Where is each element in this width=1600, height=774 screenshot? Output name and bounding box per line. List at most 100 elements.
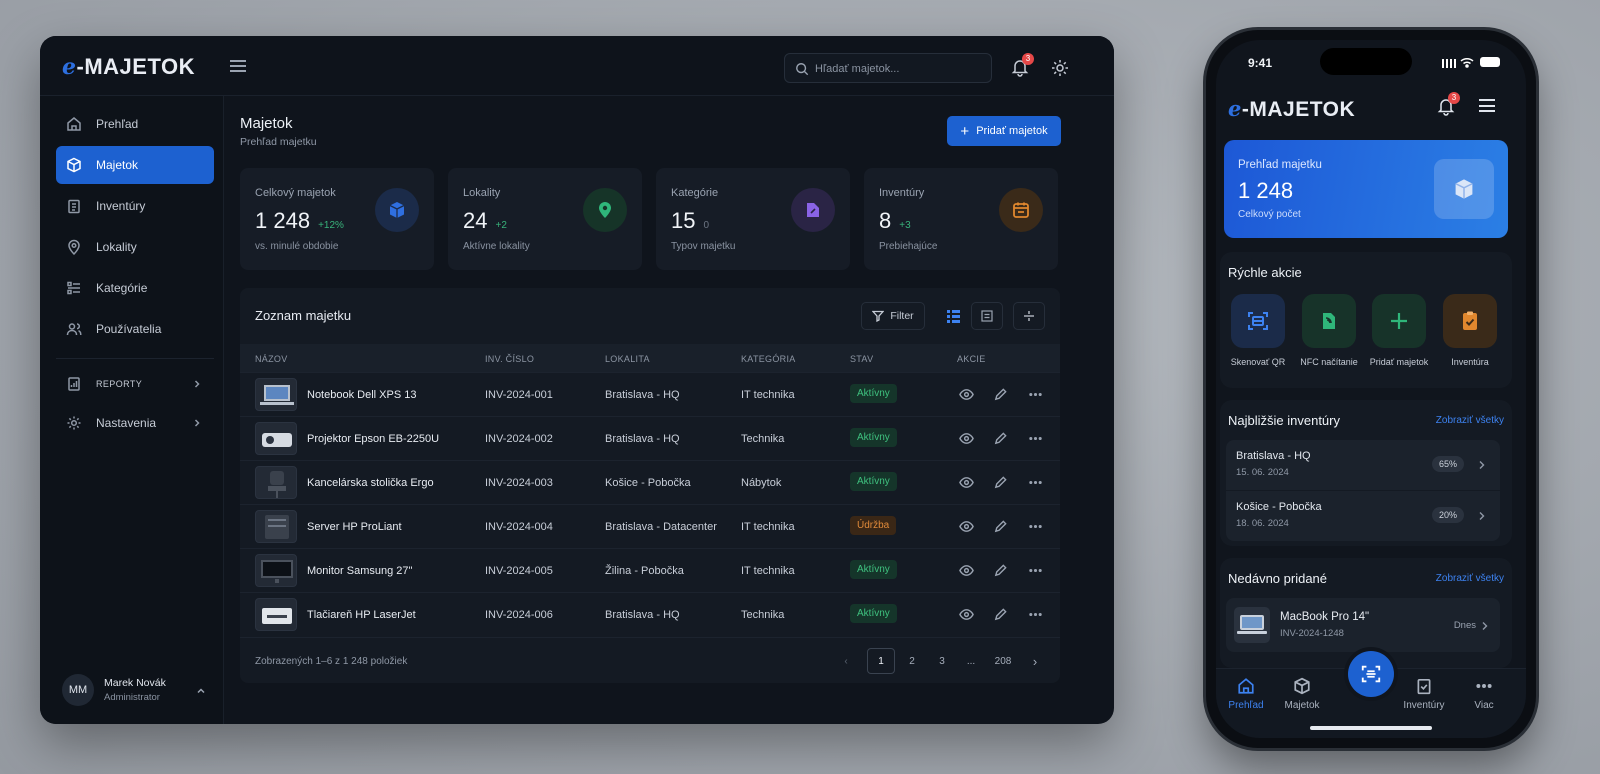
recent-show-all-link[interactable]: Zobraziť všetky [1436, 573, 1504, 584]
notifications-button[interactable]: 3 [1010, 53, 1034, 77]
sidebar-item-kategorie[interactable]: Kategórie [56, 269, 214, 307]
chevron-right-icon [1482, 622, 1488, 630]
nfc-button[interactable] [1302, 294, 1356, 348]
nfc-icon [1323, 313, 1335, 329]
edit-icon[interactable] [993, 563, 1008, 578]
add-asset-quick-button[interactable] [1372, 294, 1426, 348]
upcoming-show-all-link[interactable]: Zobraziť všetky [1436, 415, 1504, 426]
tab-viac[interactable]: Viac [1454, 677, 1514, 711]
table-row[interactable]: Monitor Samsung 27" INV-2024-005 Žilina - … [240, 548, 1060, 592]
col-location[interactable]: LOKALITA [605, 354, 650, 364]
col-inv[interactable]: INV. ČÍSLO [485, 354, 534, 364]
asset-category: Nábytok [741, 477, 782, 489]
eye-icon[interactable] [959, 519, 974, 534]
user-profile[interactable]: MM Marek Novák Administrator [56, 668, 214, 712]
table-row[interactable]: Notebook Dell XPS 13 INV-2024-001 Bratisla… [240, 372, 1060, 416]
tab-inventury[interactable]: Inventúry [1394, 677, 1454, 711]
edit-icon[interactable] [993, 475, 1008, 490]
edit-icon[interactable] [993, 607, 1008, 622]
column-settings-button[interactable] [1013, 302, 1045, 330]
table-row[interactable]: Projektor Epson EB-2250U INV-2024-002 Brat… [240, 416, 1060, 460]
page-title: Majetok [240, 115, 293, 132]
app-logo[interactable]: e-MAJETOK [1228, 96, 1355, 122]
table-header: NÁZOV INV. ČÍSLO LOKALITA KATEGÓRIA STAV… [240, 344, 1060, 372]
asset-name[interactable]: Kancelárska stolička Ergo [307, 477, 434, 489]
user-role: Administrator [104, 692, 160, 703]
user-name: Marek Novák [104, 677, 166, 689]
eye-icon[interactable] [959, 387, 974, 402]
pagination-page-2[interactable]: 2 [899, 648, 925, 674]
asset-name[interactable]: Tlačiareň HP LaserJet [307, 609, 416, 621]
inventory-item[interactable]: Bratislava - HQ 15. 06. 2024 65% [1226, 440, 1500, 490]
scan-qr-button[interactable] [1231, 294, 1285, 348]
more-options-icon[interactable] [1028, 387, 1043, 402]
hamburger-menu-icon[interactable] [1479, 99, 1495, 112]
tab-prehlad[interactable]: Prehľad [1216, 677, 1276, 711]
chevron-up-icon [197, 688, 205, 694]
asset-name[interactable]: Projektor Epson EB-2250U [307, 433, 439, 445]
grid-view-toggle[interactable] [937, 302, 969, 330]
table-row[interactable]: Kancelárska stolička Ergo INV-2024-003 Koš… [240, 460, 1060, 504]
col-category[interactable]: KATEGÓRIA [741, 354, 796, 364]
col-status[interactable]: STAV [850, 354, 873, 364]
inventory-item[interactable]: Košice - Pobočka 18. 06. 2024 20% [1226, 491, 1500, 541]
asset-name[interactable]: Monitor Samsung 27" [307, 565, 412, 577]
filter-icon [872, 310, 885, 322]
pagination-page-last[interactable]: 208 [988, 648, 1018, 674]
sidebar-item-inventury[interactable]: Inventúry [56, 187, 214, 225]
sidebar-item-prehlad[interactable]: Prehľad [56, 105, 214, 143]
asset-name[interactable]: Notebook Dell XPS 13 [307, 389, 416, 401]
sidebar-item-lokality[interactable]: Lokality [56, 228, 214, 266]
search-input[interactable]: Hľadať majetok... [784, 53, 992, 83]
table-row[interactable]: Tlačiareň HP LaserJet INV-2024-006 Bratisl… [240, 592, 1060, 636]
home-icon [1238, 678, 1254, 694]
pagination-page-3[interactable]: 3 [929, 648, 955, 674]
more-options-icon[interactable] [1028, 563, 1043, 578]
asset-list-panel: Zoznam majetku Filter NÁZOV INV. ČÍSLO L… [240, 288, 1060, 683]
table-row[interactable]: Server HP ProLiant INV-2024-004 Bratislava… [240, 504, 1060, 548]
asset-name[interactable]: Server HP ProLiant [307, 521, 402, 533]
more-icon [1476, 684, 1492, 688]
box-icon [1434, 159, 1494, 219]
sidebar-item-majetok[interactable]: Majetok [56, 146, 214, 184]
eye-icon[interactable] [959, 475, 974, 490]
edit-icon[interactable] [993, 387, 1008, 402]
col-name[interactable]: NÁZOV [255, 354, 288, 364]
asset-location: Bratislava - HQ [605, 609, 680, 621]
scan-fab-button[interactable] [1348, 651, 1394, 697]
edit-icon[interactable] [993, 431, 1008, 446]
more-options-icon[interactable] [1028, 431, 1043, 446]
asset-inv-number: INV-2024-004 [485, 521, 553, 533]
asset-inv-number: INV-2024-003 [485, 477, 553, 489]
sidebar-item-pouzivatelia[interactable]: Používatelia [56, 310, 214, 348]
pagination-page-1[interactable]: 1 [867, 648, 895, 674]
inventory-quick-button[interactable] [1443, 294, 1497, 348]
more-options-icon[interactable] [1028, 475, 1043, 490]
quick-actions-title: Rýchle akcie [1228, 265, 1302, 280]
recent-item[interactable]: MacBook Pro 14" INV-2024-1248 Dnes [1226, 598, 1500, 652]
app-logo[interactable]: e-MAJETOK [62, 54, 195, 80]
upcoming-title: Najbližšie inventúry [1228, 413, 1340, 428]
pagination-next[interactable]: › [1022, 648, 1048, 674]
filter-button[interactable]: Filter [861, 302, 925, 330]
sidebar-item-nastavenia[interactable]: Nastavenia [56, 404, 214, 442]
more-options-icon[interactable] [1028, 519, 1043, 534]
eye-icon[interactable] [959, 607, 974, 622]
edit-icon[interactable] [993, 519, 1008, 534]
list-view-toggle[interactable] [971, 302, 1003, 330]
tab-majetok[interactable]: Majetok [1272, 677, 1332, 711]
col-actions: AKCIE [957, 354, 986, 364]
overview-hero-card[interactable]: Prehľad majetku 1 248 Celkový počet [1224, 140, 1508, 238]
hero-value: 1 248 [1238, 178, 1294, 203]
eye-icon[interactable] [959, 431, 974, 446]
sidebar-item-reporty[interactable]: REPORTY [56, 365, 214, 403]
menu-toggle-icon[interactable] [230, 60, 246, 72]
notifications-button[interactable]: 3 [1436, 92, 1460, 116]
report-icon [68, 377, 80, 391]
notification-count-badge: 3 [1448, 92, 1460, 104]
pagination-prev[interactable]: ‹ [833, 648, 859, 674]
add-asset-button[interactable]: + Pridať majetok [947, 116, 1061, 146]
eye-icon[interactable] [959, 563, 974, 578]
more-options-icon[interactable] [1028, 607, 1043, 622]
gear-icon[interactable] [1050, 58, 1070, 78]
